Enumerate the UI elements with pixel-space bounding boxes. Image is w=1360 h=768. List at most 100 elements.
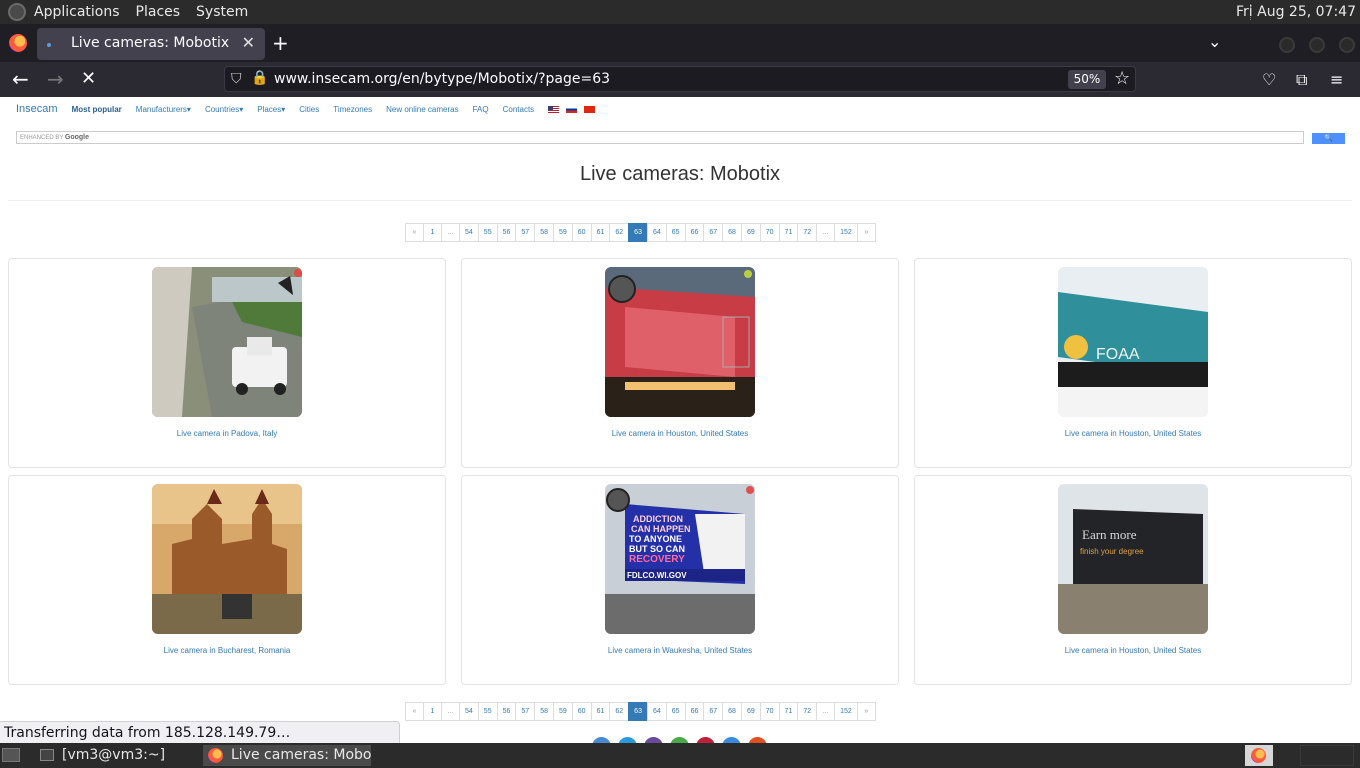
pagination-link[interactable]: 71 <box>778 702 799 721</box>
close-window-icon[interactable] <box>1339 37 1355 53</box>
pagination-link[interactable]: 68 <box>722 702 742 721</box>
url-text[interactable]: www.insecam.org/en/bytype/Mobotix/?page=… <box>274 71 610 87</box>
pagination-link[interactable]: 72 <box>797 702 818 721</box>
pagination-current-page[interactable]: 63 <box>628 702 648 721</box>
pagination-link[interactable]: 58 <box>534 702 554 721</box>
camera-caption-link[interactable]: Live camera in Padova, Italy <box>9 429 445 438</box>
forward-icon[interactable]: → <box>47 67 64 91</box>
tracking-protection-shield-icon[interactable]: ⛉ <box>231 71 242 87</box>
back-icon[interactable]: ← <box>12 67 29 91</box>
pagination-link[interactable]: 67 <box>703 223 724 242</box>
flag-us-icon[interactable] <box>548 105 560 113</box>
camera-card[interactable]: FOAA Live camera in Houston, United Stat… <box>914 258 1352 468</box>
pagination-link[interactable]: 59 <box>552 223 573 242</box>
pagination-link[interactable]: 54 <box>459 702 479 721</box>
show-desktop-icon[interactable] <box>2 748 20 762</box>
pagination-link[interactable]: ... <box>816 223 836 242</box>
flag-cn-icon[interactable] <box>584 105 596 113</box>
hamburger-menu-icon[interactable]: ≡ <box>1330 70 1343 89</box>
pagination-link[interactable]: ... <box>441 223 460 242</box>
pagination-link[interactable]: 56 <box>496 702 517 721</box>
stop-loading-icon[interactable]: ✕ <box>81 68 96 89</box>
pagination-link[interactable]: 60 <box>571 223 592 242</box>
pagination-current-page[interactable]: 63 <box>628 223 648 242</box>
pagination-link[interactable]: 62 <box>609 223 630 242</box>
pagination-link[interactable]: 64 <box>646 702 667 721</box>
pagination-link[interactable]: 60 <box>571 702 592 721</box>
nav-new-online-cameras[interactable]: New online cameras <box>386 105 458 114</box>
pagination-link[interactable]: « <box>405 702 424 721</box>
pagination-link[interactable]: 66 <box>684 702 705 721</box>
pagination-link[interactable]: 152 <box>834 223 858 242</box>
new-tab-icon[interactable]: + <box>272 31 289 55</box>
pagination-link[interactable]: 1 <box>423 223 442 242</box>
pagination-link[interactable]: 61 <box>590 702 611 721</box>
pagination-link[interactable]: 69 <box>740 223 761 242</box>
extensions-icon[interactable]: ⧉ <box>1296 70 1307 90</box>
pagination-link[interactable]: 55 <box>477 702 498 721</box>
workspace-switcher[interactable] <box>1245 745 1273 766</box>
address-bar[interactable]: ⛉ 🔒 www.insecam.org/en/bytype/Mobotix/?p… <box>224 66 1136 92</box>
camera-caption-link[interactable]: Live camera in Bucharest, Romania <box>9 646 445 655</box>
pagination-link[interactable]: « <box>405 223 424 242</box>
taskbar-item-firefox[interactable]: Live cameras: Mobot… <box>203 745 371 766</box>
pagination-link[interactable]: 70 <box>759 702 780 721</box>
pagination-link[interactable]: 1 <box>423 702 442 721</box>
camera-thumbnail[interactable]: ADDICTION CAN HAPPEN TO ANYONE BUT SO CA… <box>605 484 755 634</box>
places-menu[interactable]: Places <box>136 4 181 20</box>
zoom-level-button[interactable]: 50% <box>1068 70 1106 89</box>
camera-thumbnail[interactable]: FOAA <box>1058 267 1208 417</box>
google-search-input[interactable]: ENHANCED BY Google <box>16 131 1304 144</box>
pagination-link[interactable]: ... <box>441 702 460 721</box>
tab-active[interactable]: Live cameras: Mobotix ✕ <box>37 28 265 60</box>
pagination-link[interactable]: » <box>856 223 876 242</box>
camera-card[interactable]: Live camera in Padova, Italy <box>8 258 446 468</box>
nav-timezones[interactable]: Timezones <box>333 105 372 114</box>
pagination-link[interactable]: » <box>856 702 876 721</box>
flag-ru-icon[interactable] <box>566 105 578 113</box>
applications-menu[interactable]: Applications <box>34 4 120 20</box>
pagination-link[interactable]: 64 <box>646 223 667 242</box>
pagination-link[interactable]: 69 <box>740 702 761 721</box>
pagination-link[interactable]: 65 <box>665 223 686 242</box>
camera-card[interactable]: Live camera in Bucharest, Romania <box>8 475 446 685</box>
camera-thumbnail[interactable]: Earn more finish your degree <box>1058 484 1208 634</box>
camera-caption-link[interactable]: Live camera in Waukesha, United States <box>462 646 898 655</box>
camera-card[interactable]: ADDICTION CAN HAPPEN TO ANYONE BUT SO CA… <box>461 475 899 685</box>
pagination-link[interactable]: 71 <box>778 223 799 242</box>
minimize-window-icon[interactable] <box>1279 37 1295 53</box>
pagination-link[interactable]: 65 <box>665 702 686 721</box>
pagination-link[interactable]: 59 <box>552 702 573 721</box>
pagination-link[interactable]: 72 <box>797 223 818 242</box>
pagination-link[interactable]: 70 <box>759 223 780 242</box>
nav-manufacturers[interactable]: Manufacturers▾ <box>136 105 191 114</box>
tab-close-icon[interactable]: ✕ <box>242 33 255 52</box>
clock[interactable]: Fri Aug 25, 07:47 <box>1236 4 1356 20</box>
pagination-link[interactable]: 57 <box>515 702 536 721</box>
pagination-link[interactable]: 58 <box>534 223 554 242</box>
pagination-link[interactable]: 152 <box>834 702 858 721</box>
pocket-icon[interactable]: ♡ <box>1262 70 1276 89</box>
nav-most-popular[interactable]: Most popular <box>72 105 122 114</box>
pagination-link[interactable]: 68 <box>722 223 742 242</box>
pagination-link[interactable]: 62 <box>609 702 630 721</box>
pagination-link[interactable]: 57 <box>515 223 536 242</box>
list-all-tabs-icon[interactable]: ⌄ <box>1208 32 1221 51</box>
pagination-link[interactable]: 56 <box>496 223 517 242</box>
camera-card[interactable]: Earn more finish your degree Live camera… <box>914 475 1352 685</box>
taskbar-item-terminal[interactable]: [vm3@vm3:~] <box>34 745 175 766</box>
pagination-link[interactable]: 67 <box>703 702 724 721</box>
bookmark-star-icon[interactable]: ☆ <box>1114 68 1130 89</box>
maximize-window-icon[interactable] <box>1309 37 1325 53</box>
pagination-link[interactable]: 54 <box>459 223 479 242</box>
camera-caption-link[interactable]: Live camera in Houston, United States <box>462 429 898 438</box>
workspace-empty[interactable] <box>1300 745 1354 766</box>
camera-thumbnail[interactable] <box>152 484 302 634</box>
camera-thumbnail[interactable] <box>605 267 755 417</box>
nav-countries[interactable]: Countries▾ <box>205 105 243 114</box>
nav-faq[interactable]: FAQ <box>473 105 489 114</box>
system-menu[interactable]: System <box>196 4 248 20</box>
pagination-link[interactable]: ... <box>816 702 836 721</box>
search-button[interactable]: 🔍 <box>1312 133 1345 144</box>
nav-places[interactable]: Places▾ <box>257 105 285 114</box>
